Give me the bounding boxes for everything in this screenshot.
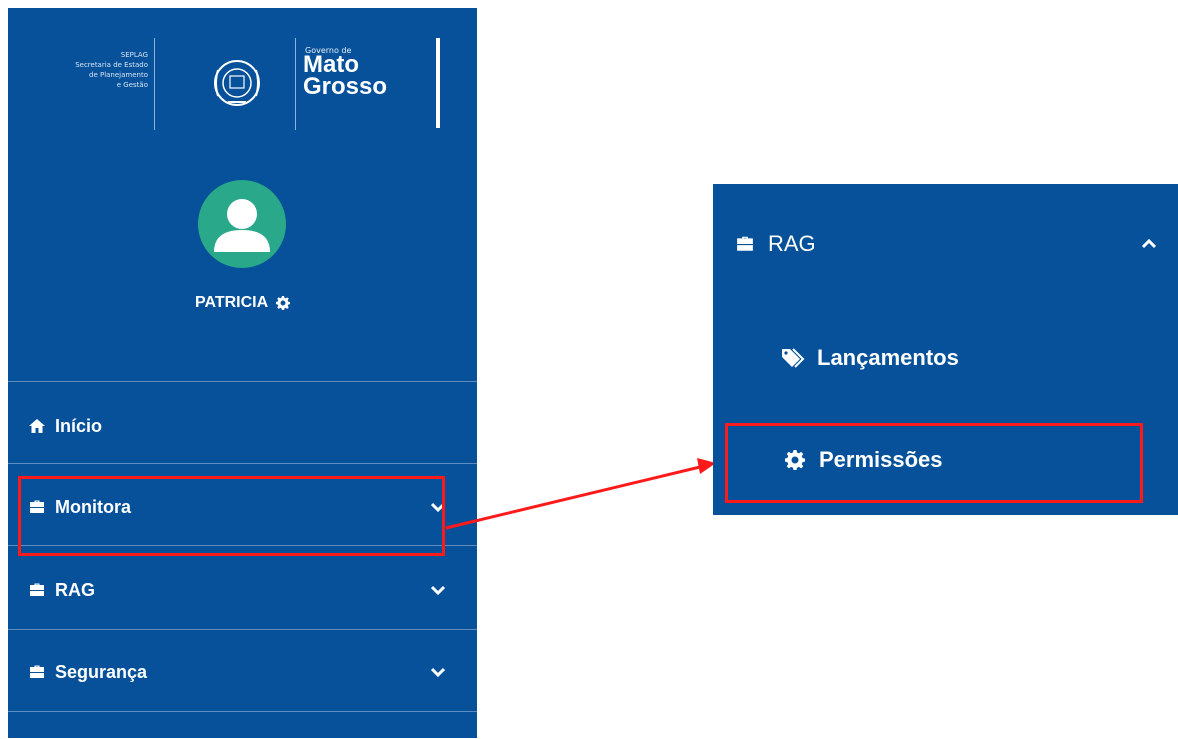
tags-icon [781,348,805,368]
chevron-up-icon[interactable] [1142,239,1156,249]
submenu-item-label: Permissões [819,447,943,472]
submenu-item-lancamentos[interactable]: Lançamentos [713,336,1178,380]
briefcase-icon [736,235,754,253]
rag-submenu-panel: RAG Lançamentos Permissões [713,184,1178,515]
gear-icon [785,450,805,470]
rag-menu-header[interactable]: RAG [713,224,1178,264]
rag-menu-label: RAG [768,231,816,256]
submenu-item-label: Lançamentos [817,345,959,370]
submenu-item-permissoes[interactable]: Permissões [713,438,1178,482]
